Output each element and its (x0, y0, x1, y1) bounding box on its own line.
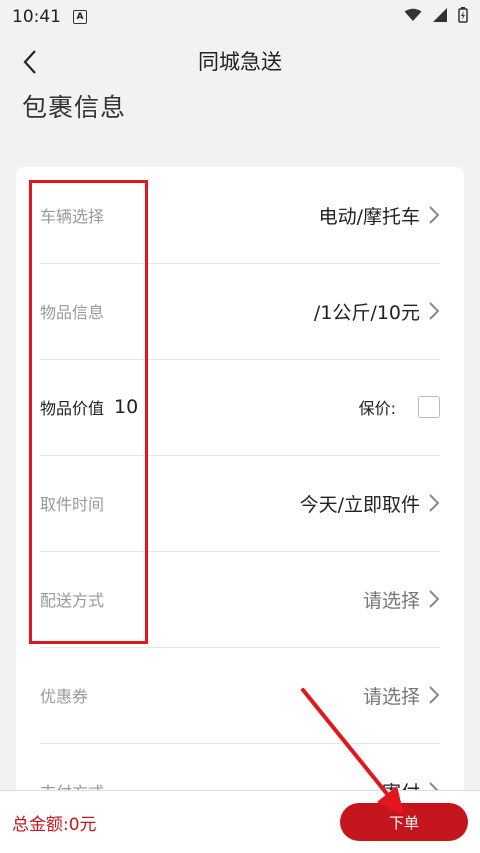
signal-icon (432, 7, 448, 27)
chevron-right-icon (429, 302, 440, 320)
row-value: 请选择 (362, 685, 420, 708)
item-info-row[interactable]: 物品信息 /1公斤/10元 (40, 263, 440, 360)
delivery-method-row[interactable]: 配送方式 请选择 (40, 551, 440, 648)
row-label: 取件时间 (40, 495, 105, 514)
page-title: 同城急送 (198, 50, 282, 74)
chevron-right-icon (429, 494, 440, 512)
insure-checkbox[interactable] (418, 396, 440, 418)
insure-label: 保价: (358, 399, 396, 418)
bottom-bar: 总金额:0元 下单 (0, 790, 480, 853)
app-bar: 同城急送 (0, 34, 480, 88)
status-bar: 10:41 A (0, 0, 480, 34)
back-arrow-icon (23, 50, 36, 74)
row-label: 车辆选择 (40, 207, 105, 226)
row-value: 电动/摩托车 (318, 205, 420, 228)
item-value-input[interactable]: 10 (114, 396, 138, 418)
row-label: 物品价值 (40, 399, 105, 418)
pickup-time-row[interactable]: 取件时间 今天/立即取件 (40, 455, 440, 552)
place-order-button[interactable]: 下单 (340, 803, 468, 841)
status-time: 10:41 (12, 7, 61, 27)
row-label: 优惠券 (40, 687, 89, 706)
row-label: 物品信息 (40, 303, 105, 322)
section-title: 包裹信息 (22, 93, 127, 122)
row-value: 请选择 (362, 589, 420, 612)
back-button[interactable] (10, 42, 50, 82)
row-value: /1公斤/10元 (313, 301, 420, 324)
total-amount: 总金额:0元 (12, 814, 97, 835)
app-notification-icon: A (73, 10, 87, 24)
item-value-row: 物品价值 10 保价: (40, 359, 440, 456)
coupon-row[interactable]: 优惠券 请选择 (40, 647, 440, 744)
wifi-icon (404, 7, 422, 27)
row-label: 配送方式 (40, 591, 105, 610)
battery-icon (458, 6, 468, 28)
chevron-right-icon (429, 590, 440, 608)
package-info-card: 车辆选择 电动/摩托车 物品信息 /1公斤/10元 物品价值 10 保价: 取件… (16, 167, 464, 807)
chevron-right-icon (429, 686, 440, 704)
row-value: 今天/立即取件 (299, 493, 420, 516)
vehicle-select-row[interactable]: 车辆选择 电动/摩托车 (40, 167, 440, 264)
chevron-right-icon (429, 206, 440, 224)
